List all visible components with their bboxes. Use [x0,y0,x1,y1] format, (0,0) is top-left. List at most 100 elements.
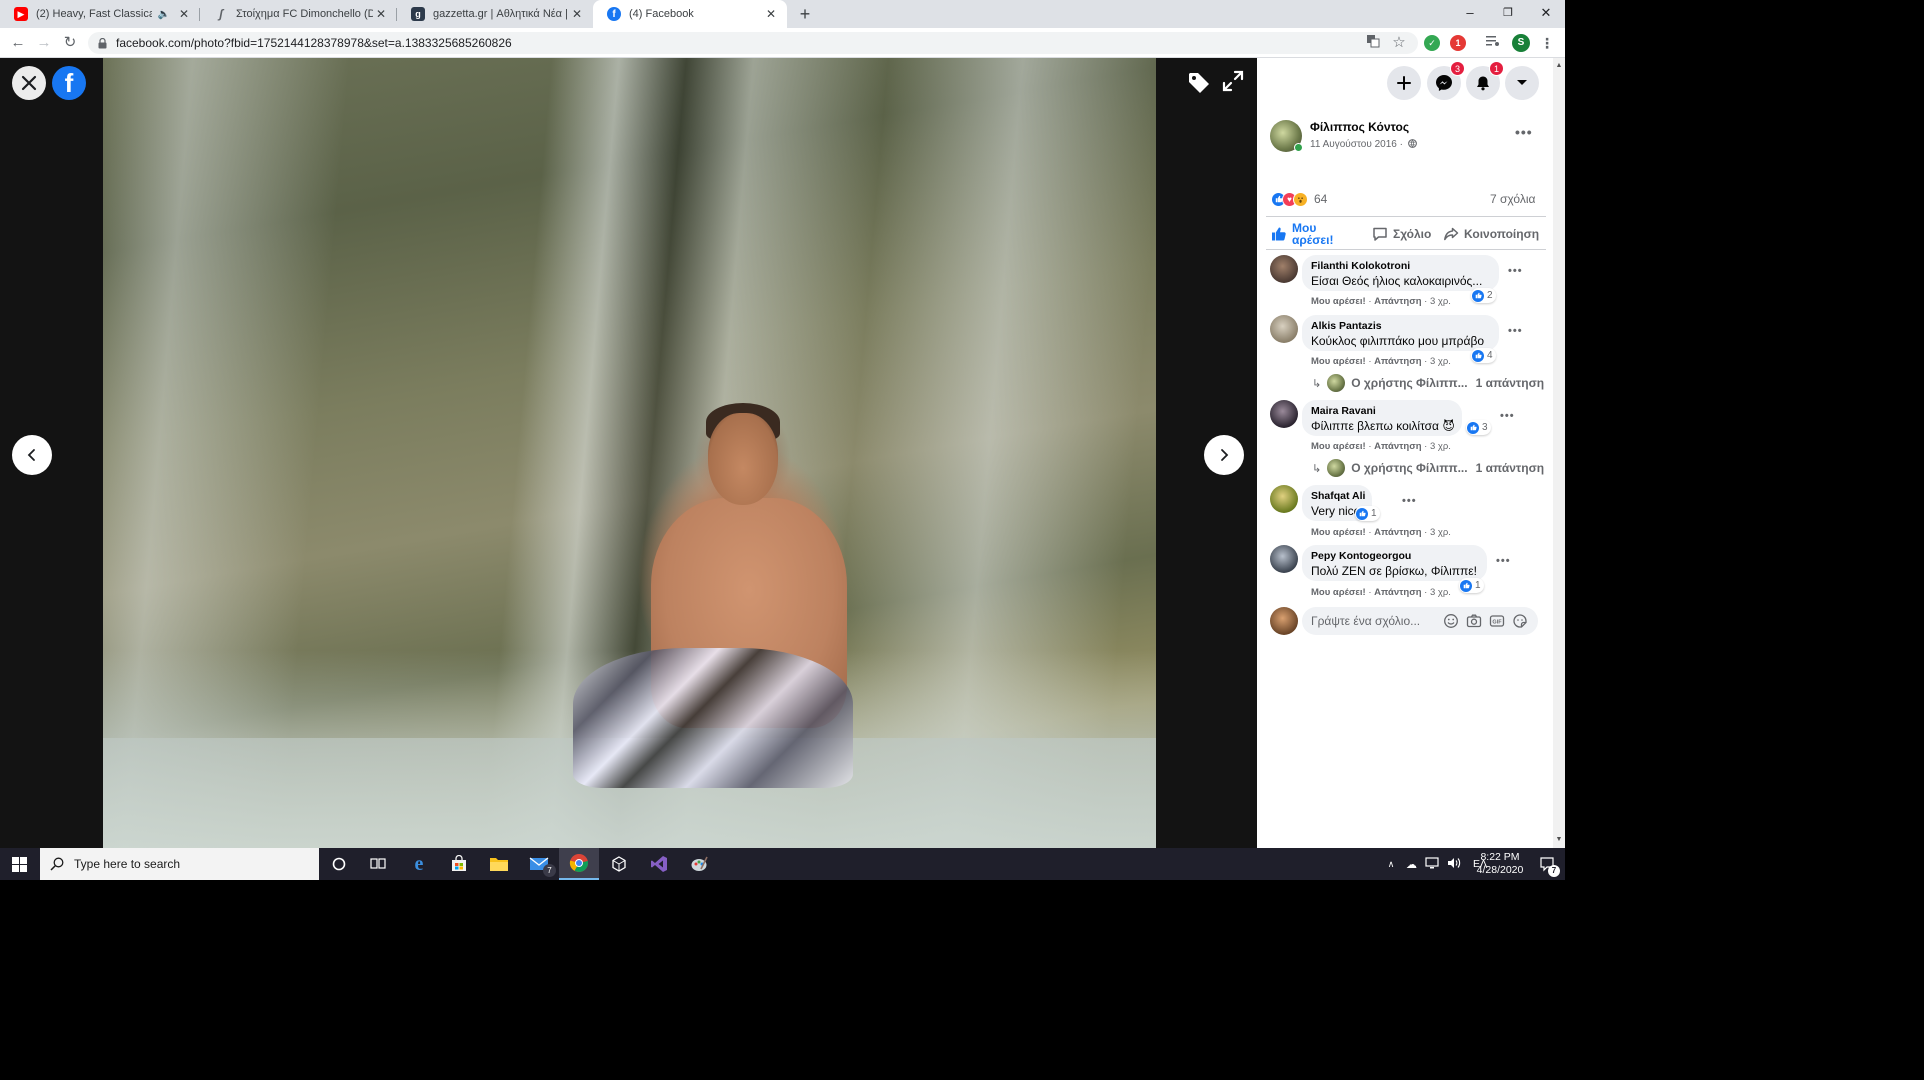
commenter-name[interactable]: Maira Ravani [1311,405,1452,417]
commenter-name[interactable]: Filanthi Kolokotroni [1311,260,1489,272]
chrome-menu-icon[interactable]: ⋮ [1538,34,1556,52]
comment-like-count[interactable]: 1 [1459,578,1484,593]
taskbar-edge[interactable]: e [399,848,439,880]
forward-button[interactable]: → [34,33,54,53]
sticker-icon[interactable] [1512,613,1528,629]
account-menu-button[interactable] [1505,66,1539,100]
volume-icon[interactable] [1447,857,1461,872]
comment-like-link[interactable]: Μου αρέσει! [1311,441,1366,452]
taskbar-file-explorer[interactable] [479,848,519,880]
tag-icon[interactable] [1186,70,1212,96]
post-options-icon[interactable]: ••• [1515,124,1533,140]
taskbar-unity[interactable] [599,848,639,880]
previous-photo-button[interactable] [12,435,52,475]
tab-close-icon[interactable]: ✕ [569,7,585,21]
network-icon[interactable] [1425,856,1439,872]
onedrive-icon[interactable]: ☁ [1406,858,1417,871]
next-photo-button[interactable] [1204,435,1244,475]
taskbar-mail[interactable]: 7 [519,848,559,880]
comment-options-icon[interactable]: ••• [1402,495,1417,507]
commenter-name[interactable]: Pepy Kontogeorgou [1311,550,1477,562]
comment-options-icon[interactable]: ••• [1496,555,1511,567]
create-button[interactable] [1387,66,1421,100]
view-replies-link[interactable]: ↳ Ο χρήστης Φίλιππ... 1 απάντηση [1312,459,1544,477]
post-photo[interactable] [103,58,1156,848]
share-button[interactable]: Κοινοποίηση [1443,221,1539,247]
like-button[interactable]: Μου αρέσει! [1271,221,1342,247]
notifications-button[interactable]: 1 [1466,61,1504,100]
audio-icon[interactable]: 🔈 [158,9,170,20]
emoji-icon[interactable] [1443,613,1459,629]
comments-count-link[interactable]: 7 σχόλια [1490,192,1535,206]
camera-icon[interactable] [1466,613,1482,629]
commenter-name[interactable]: Alkis Pantazis [1311,320,1489,332]
comment-like-count[interactable]: 3 [1466,420,1491,435]
messenger-button[interactable]: 3 [1427,61,1465,100]
restore-button[interactable]: ❐ [1488,0,1528,28]
comment-button[interactable]: Σχόλιο [1372,221,1431,247]
comment-like-link[interactable]: Μου αρέσει! [1311,296,1366,307]
post-date[interactable]: 11 Αυγούστου 2016 · [1310,139,1417,150]
browser-tab[interactable]: ʃ Στοίχημα FC Dimonchello (DNK) ✕ [200,0,397,28]
action-center-button[interactable]: 7 [1528,848,1565,880]
comment-reply-link[interactable]: Απάντηση [1374,587,1421,598]
comment-like-count[interactable]: 1 [1355,506,1380,521]
commenter-avatar[interactable] [1270,255,1298,283]
comment-reply-link[interactable]: Απάντηση [1374,296,1421,307]
commenter-avatar[interactable] [1270,400,1298,428]
lock-icon[interactable] [98,37,108,49]
comment-like-count[interactable]: 4 [1471,348,1496,363]
post-author-name[interactable]: Φίλιππος Κόντος [1310,120,1409,134]
bookmark-star-icon[interactable]: ☆ [1390,34,1408,52]
profile-avatar[interactable]: S [1512,34,1530,52]
show-hidden-icons-icon[interactable]: ∧ [1384,859,1398,870]
view-replies-link[interactable]: ↳ Ο χρήστης Φίλιππ... 1 απάντηση [1312,374,1544,392]
comment-like-link[interactable]: Μου αρέσει! [1311,587,1366,598]
extension-adblock-icon[interactable]: 1 [1450,35,1466,51]
cortana-button[interactable] [319,848,359,880]
comment-reply-link[interactable]: Απάντηση [1374,356,1421,367]
comment-like-link[interactable]: Μου αρέσει! [1311,356,1366,367]
reload-button[interactable]: ↻ [60,33,80,53]
task-view-button[interactable] [358,848,398,880]
comment-like-link[interactable]: Μου αρέσει! [1311,527,1366,538]
close-viewer-button[interactable] [12,66,46,100]
commenter-avatar[interactable] [1270,545,1298,573]
taskbar-clock[interactable]: 8:22 PM 4/28/2020 [1470,851,1530,877]
browser-tab[interactable]: ▶ (2) Heavy, Fast Classical Musi 🔈 ✕ [0,0,200,28]
taskbar-search-box[interactable]: Type here to search [40,848,319,880]
extension-shield-icon[interactable]: ✓ [1424,35,1440,51]
scrollbar[interactable]: ▲ ▼ [1553,58,1565,848]
comment-reply-link[interactable]: Απάντηση [1374,527,1421,538]
comment-like-count[interactable]: 2 [1471,288,1496,303]
address-bar[interactable]: facebook.com/photo?fbid=1752144128378978… [88,32,1418,54]
new-tab-button[interactable]: + [795,4,815,24]
reaction-summary[interactable]: ♥ 64 [1271,190,1327,208]
comment-options-icon[interactable]: ••• [1508,325,1523,337]
gif-icon[interactable]: GIF [1489,613,1505,629]
tab-close-icon[interactable]: ✕ [373,7,389,21]
taskbar-visual-studio[interactable] [639,848,679,880]
comment-options-icon[interactable]: ••• [1500,410,1515,422]
commenter-avatar[interactable] [1270,315,1298,343]
minimize-button[interactable]: – [1450,0,1490,28]
commenter-name[interactable]: Shafqat Ali [1311,490,1365,502]
browser-tab[interactable]: g gazzetta.gr | Αθλητικά Νέα | Ειδή ✕ [397,0,593,28]
close-window-button[interactable]: ✕ [1526,0,1566,28]
current-user-avatar[interactable] [1270,607,1298,635]
taskbar-app[interactable] [679,848,719,880]
tab-close-icon[interactable]: ✕ [763,7,779,21]
comment-options-icon[interactable]: ••• [1508,265,1523,277]
tab-close-icon[interactable]: ✕ [176,7,192,21]
fullscreen-icon[interactable] [1222,70,1248,96]
taskbar-store[interactable] [439,848,479,880]
back-button[interactable]: ← [8,33,28,53]
commenter-avatar[interactable] [1270,485,1298,513]
browser-tab-active[interactable]: f (4) Facebook ✕ [593,0,787,28]
translate-icon[interactable] [1364,34,1382,52]
facebook-logo[interactable]: f [52,66,86,100]
taskbar-chrome[interactable] [559,848,599,880]
start-button[interactable] [0,848,38,880]
media-control-icon[interactable] [1484,34,1502,52]
comment-reply-link[interactable]: Απάντηση [1374,441,1421,452]
